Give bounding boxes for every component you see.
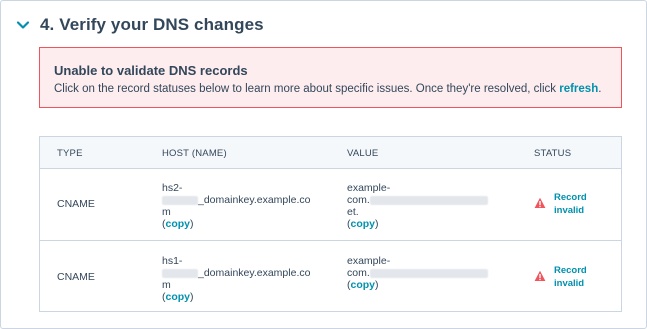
alert-text: Click on the record statuses below to le…: [54, 83, 560, 95]
redacted-text: [162, 268, 198, 278]
host-prefix: hs2-: [162, 182, 183, 194]
header-status: STATUS: [534, 148, 572, 159]
dns-verification-panel: 4. Verify your DNS changes Unable to val…: [0, 0, 647, 329]
copy-value-button[interactable]: copy: [351, 279, 376, 291]
table-row: CNAME hs2- _domainkey.example.co m (copy…: [40, 168, 621, 241]
host-domain: _domainkey.example.co: [198, 267, 311, 279]
record-value: example- com. (copy): [347, 255, 497, 291]
status-line-2[interactable]: invalid: [554, 205, 584, 216]
value-suffix: et.: [347, 206, 359, 218]
record-status[interactable]: Record invalid: [534, 264, 587, 290]
status-line-1[interactable]: Record: [554, 192, 587, 203]
record-host: hs2- _domainkey.example.co m (copy): [162, 182, 322, 230]
value-prefix: example-: [347, 182, 391, 194]
record-status[interactable]: Record invalid: [534, 191, 587, 217]
copy-host-wrapper: (copy): [162, 218, 194, 230]
copy-host-button[interactable]: copy: [166, 291, 191, 303]
redacted-text: [369, 268, 488, 278]
redacted-text: [162, 195, 198, 205]
header-value: VALUE: [347, 148, 379, 159]
record-type: CNAME: [57, 271, 95, 283]
host-prefix: hs1-: [162, 255, 183, 267]
warning-icon: [534, 197, 546, 208]
alert-title: Unable to validate DNS records: [54, 63, 248, 78]
record-value: example- com. et. (copy): [347, 182, 497, 230]
value-domain: com.: [347, 194, 370, 206]
dns-records-table: TYPE HOST (NAME) VALUE STATUS CNAME hs2-…: [39, 136, 622, 312]
copy-host-wrapper: (copy): [162, 291, 194, 303]
host-suffix: m: [162, 279, 171, 291]
copy-value-button[interactable]: copy: [351, 218, 376, 230]
record-invalid-link[interactable]: Record invalid: [554, 191, 587, 217]
copy-value-wrapper: (copy): [347, 218, 379, 230]
status-line-2[interactable]: invalid: [554, 278, 584, 289]
record-host: hs1- _domainkey.example.co m (copy): [162, 255, 322, 303]
section-title: 4. Verify your DNS changes: [40, 15, 264, 34]
status-line-1[interactable]: Record: [554, 265, 587, 276]
alert-text-end: .: [598, 83, 602, 95]
record-type: CNAME: [57, 198, 95, 210]
section-header[interactable]: 4. Verify your DNS changes: [16, 13, 264, 37]
copy-value-wrapper: (copy): [347, 279, 379, 291]
redacted-text: [369, 195, 488, 205]
header-host: HOST (NAME): [162, 148, 227, 159]
table-header: TYPE HOST (NAME) VALUE STATUS: [40, 137, 621, 169]
host-suffix: m: [162, 206, 171, 218]
table-row: CNAME hs1- _domainkey.example.co m (copy…: [40, 241, 621, 313]
value-domain: com.: [347, 267, 370, 279]
value-prefix: example-: [347, 255, 391, 267]
header-type: TYPE: [57, 148, 83, 159]
chevron-down-icon[interactable]: [16, 18, 30, 32]
refresh-link[interactable]: refresh: [559, 83, 598, 95]
record-invalid-link[interactable]: Record invalid: [554, 264, 587, 290]
warning-icon: [534, 270, 546, 281]
copy-host-button[interactable]: copy: [166, 218, 191, 230]
alert-message: Click on the record statuses below to le…: [54, 83, 601, 95]
host-domain: _domainkey.example.co: [198, 194, 311, 206]
error-alert: Unable to validate DNS records Click on …: [39, 47, 622, 108]
